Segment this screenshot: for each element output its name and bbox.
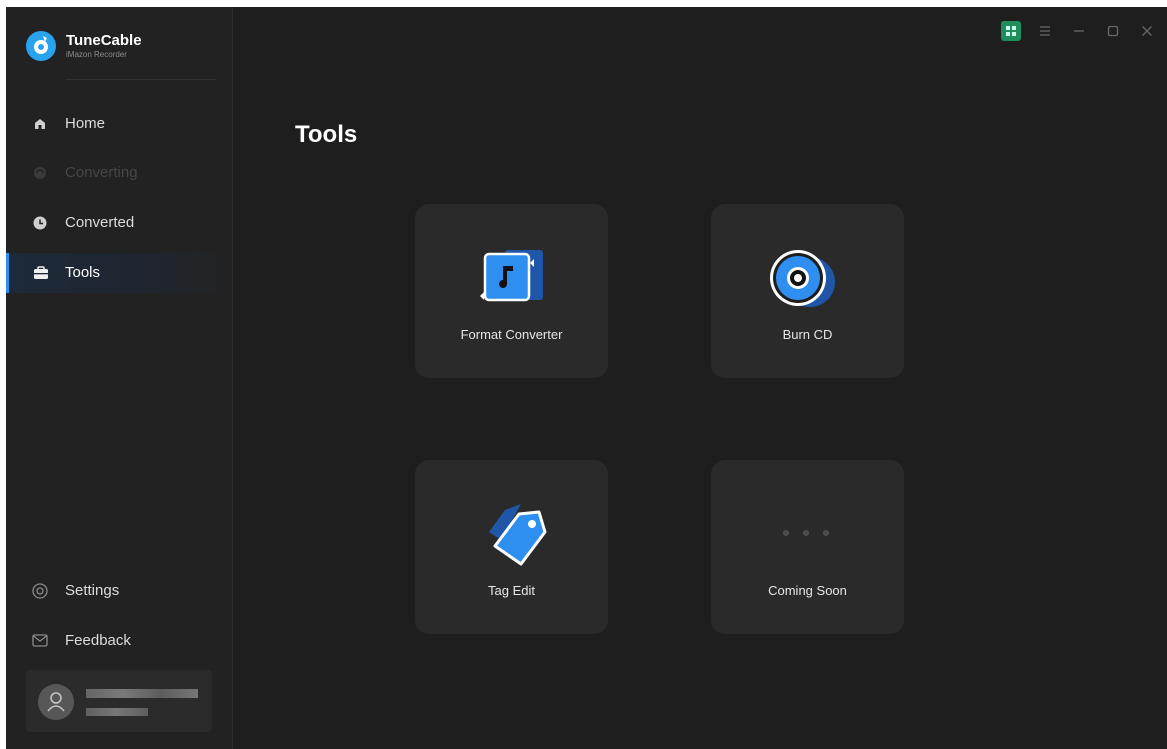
sidebar-item-home[interactable]: Home (6, 104, 232, 144)
sidebar-item-converted[interactable]: Converted (6, 203, 232, 243)
converted-icon (33, 216, 47, 230)
sidebar-item-converting[interactable]: Converting (6, 153, 232, 193)
sidebar-item-label: Feedback (65, 632, 131, 649)
logo-icon (26, 31, 56, 61)
user-account[interactable] (26, 670, 212, 732)
sidebar-item-label: Home (65, 115, 106, 132)
tool-card-label: Coming Soon (768, 583, 847, 598)
tag-edit-icon (475, 500, 555, 570)
sidebar-item-settings[interactable]: Settings (6, 571, 232, 611)
sidebar-item-label: Settings (65, 582, 120, 599)
page-title: Tools (295, 121, 358, 148)
tool-card-format-converter[interactable]: Format Converter (415, 204, 608, 378)
tool-card-label: Tag Edit (488, 583, 535, 598)
user-avatar-icon (38, 684, 74, 720)
tool-card-label: Format Converter (460, 327, 563, 342)
brand-title: TuneCable (66, 32, 142, 49)
format-converter-icon (477, 244, 547, 310)
tools-icon (33, 266, 48, 280)
menu-icon[interactable] (1035, 21, 1055, 41)
more-dots-icon (783, 530, 829, 536)
settings-icon (32, 583, 48, 599)
tool-card-tag-edit[interactable]: Tag Edit (415, 460, 608, 634)
divider (66, 79, 216, 80)
tool-card-burn-cd[interactable]: Burn CD (711, 204, 904, 378)
minimize-icon[interactable] (1069, 21, 1089, 41)
user-name-redacted (86, 689, 198, 698)
sidebar-item-label: Converted (65, 214, 135, 231)
window-controls (1001, 21, 1157, 41)
feedback-icon (32, 634, 48, 648)
sidebar-item-label: Tools (65, 264, 101, 281)
home-icon (33, 117, 47, 131)
converting-icon (33, 166, 47, 180)
user-email-redacted (86, 708, 148, 716)
sidebar: TuneCable iMazon Recorder Home Convertin… (6, 7, 233, 749)
tool-card-coming-soon: Coming Soon (711, 460, 904, 634)
sidebar-item-feedback[interactable]: Feedback (6, 621, 232, 661)
active-indicator (6, 253, 9, 293)
maximize-icon[interactable] (1103, 21, 1123, 41)
brand-subtitle: iMazon Recorder (66, 50, 127, 59)
burn-cd-icon (767, 244, 847, 310)
grid-view-icon[interactable] (1001, 21, 1021, 41)
sidebar-item-label: Converting (65, 164, 138, 181)
app-window: TuneCable iMazon Recorder Home Convertin… (6, 7, 1167, 749)
tool-card-label: Burn CD (782, 327, 833, 342)
brand: TuneCable iMazon Recorder (26, 31, 142, 61)
sidebar-item-tools[interactable]: Tools (6, 253, 232, 293)
close-icon[interactable] (1137, 21, 1157, 41)
